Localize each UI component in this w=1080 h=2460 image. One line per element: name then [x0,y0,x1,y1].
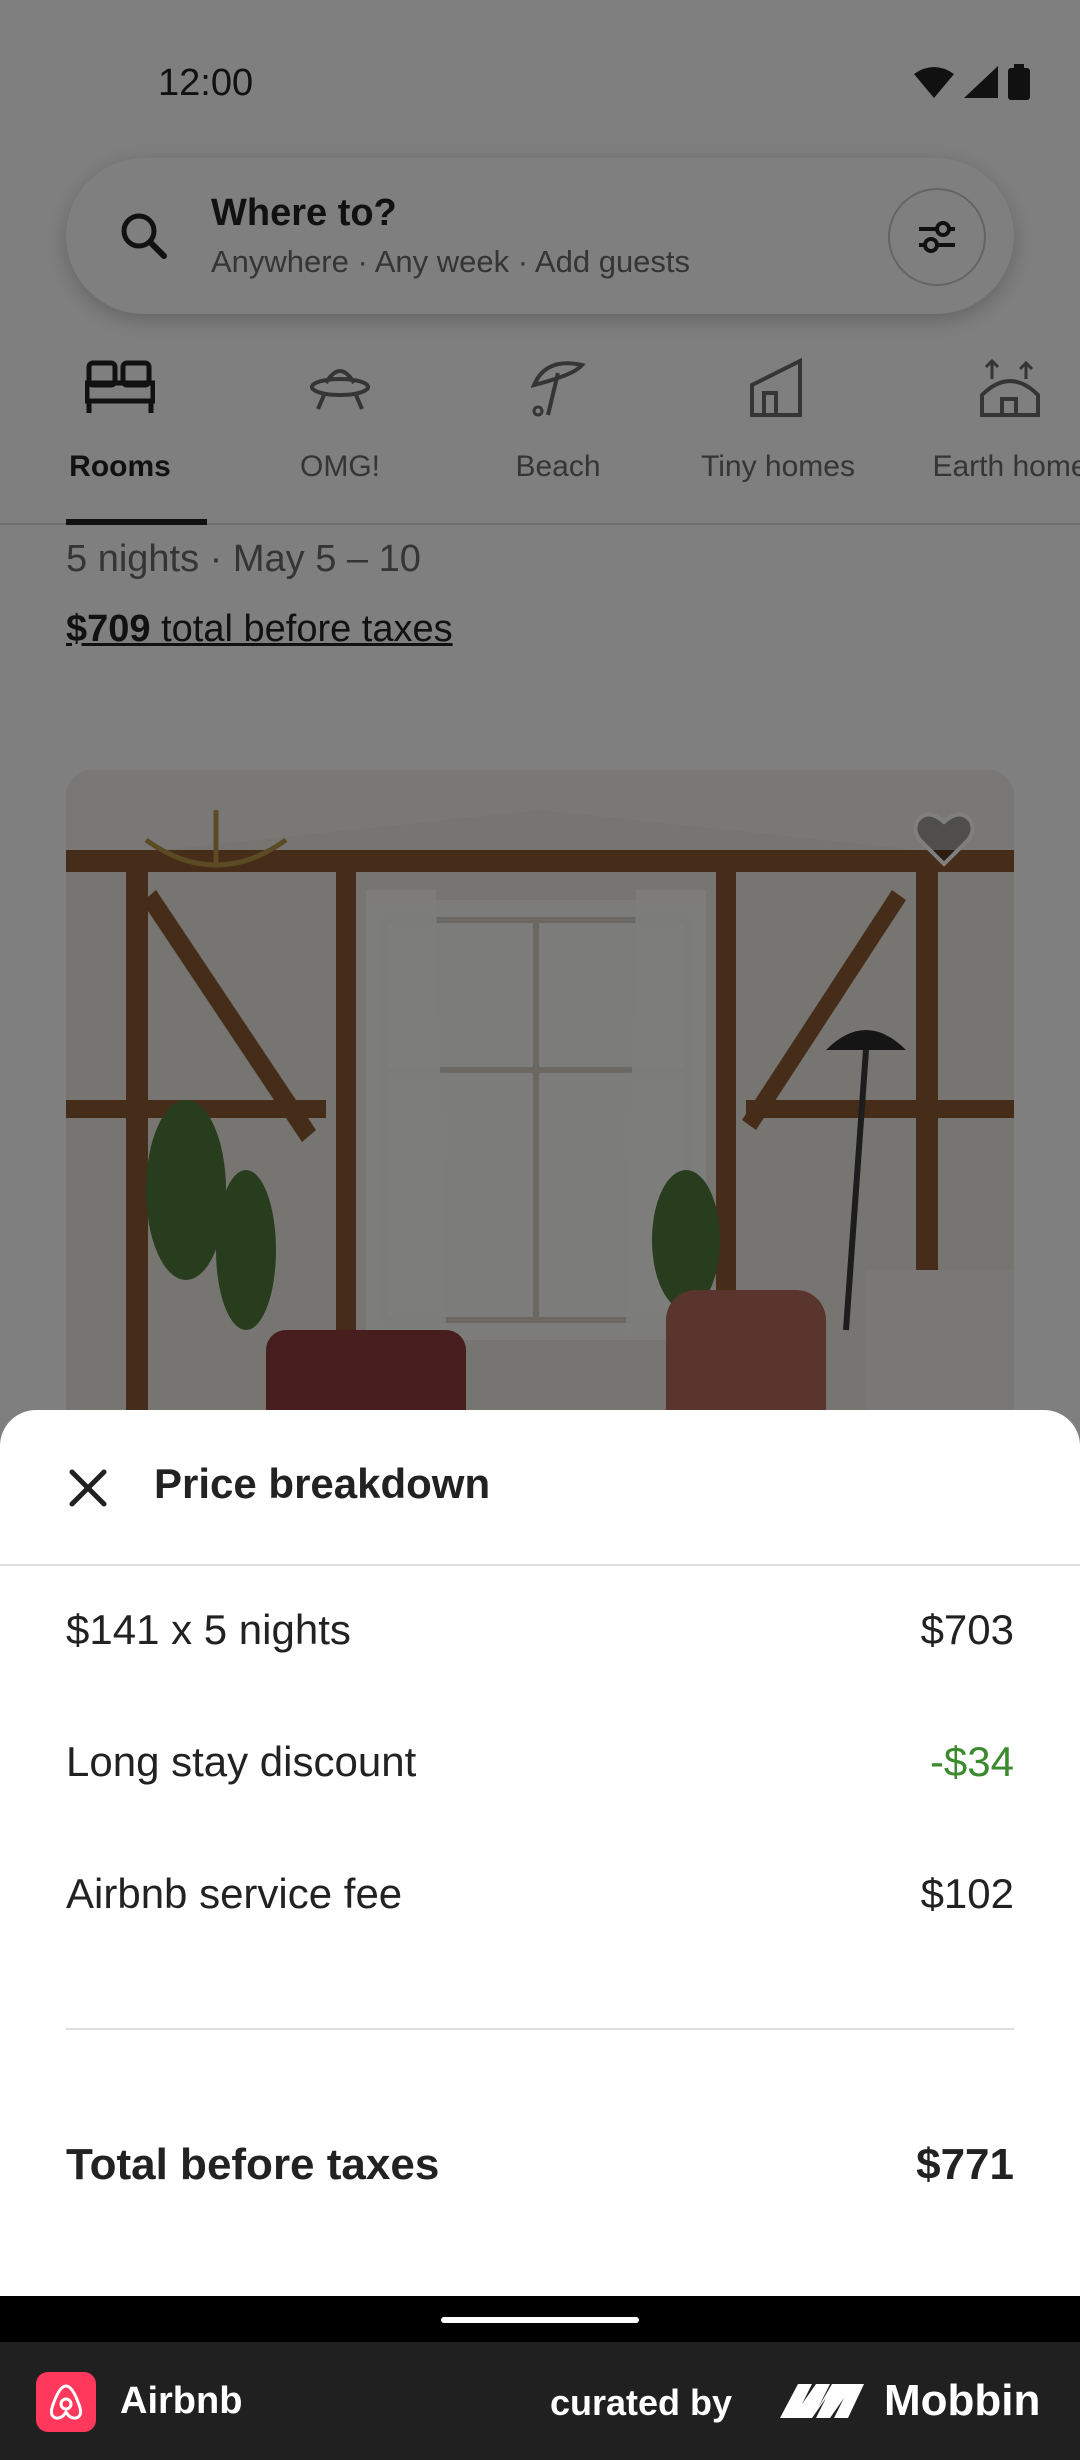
price-row-discount: Long stay discount -$34 [66,1738,1014,1798]
total-value: $771 [916,2140,1014,2189]
price-breakdown-sheet: Price breakdown $141 x 5 nights $703 Lon… [0,1410,1080,2296]
sheet-header: Price breakdown [0,1410,1080,1566]
price-row-label: $141 x 5 nights [66,1606,351,1653]
footer-curated-by: curated by [550,2382,733,2423]
price-row-value: $102 [920,1870,1014,1917]
close-icon [69,1469,107,1507]
divider [66,2028,1014,2030]
mobbin-logo-icon [780,2384,864,2418]
price-row-value: $703 [920,1606,1014,1653]
price-row-service-fee: Airbnb service fee $102 [66,1870,1014,1930]
footer-app-name: Airbnb [120,2380,243,2422]
price-row-nights: $141 x 5 nights $703 [66,1606,1014,1666]
price-row-value: -$34 [929,1738,1014,1785]
home-indicator[interactable] [441,2317,639,2323]
price-row-label: Long stay discount [66,1738,417,1785]
attribution-footer: Airbnb curated by Mobbin [0,2342,1080,2460]
footer-brand: Mobbin [884,2376,1041,2425]
close-button[interactable] [58,1458,118,1518]
system-nav-bar [0,2296,1080,2342]
airbnb-logo-icon [36,2372,96,2432]
price-row-label: Airbnb service fee [66,1870,403,1917]
total-label: Total before taxes [66,2140,440,2189]
sheet-title: Price breakdown [154,1460,491,1507]
